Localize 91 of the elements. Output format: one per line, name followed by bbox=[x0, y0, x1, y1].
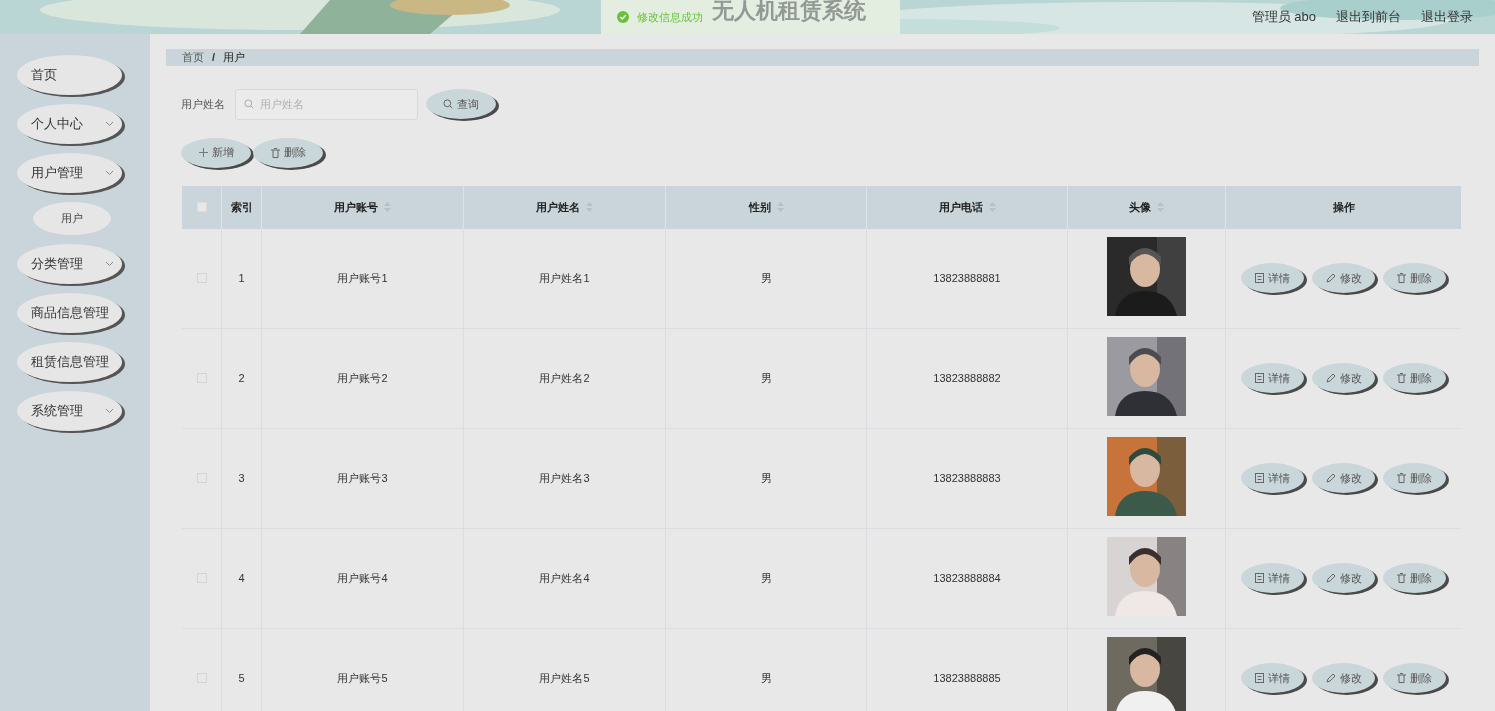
column-header: 用户电话 bbox=[938, 199, 983, 215]
table-cell-text: 用户姓名5 bbox=[539, 670, 590, 686]
document-icon bbox=[1255, 573, 1264, 583]
table-cell-text: 用户账号2 bbox=[337, 370, 388, 386]
menu-item[interactable]: 个人中心 bbox=[17, 104, 122, 144]
column-header: 头像 bbox=[1129, 199, 1151, 215]
table-cell-text: 用户账号1 bbox=[337, 270, 388, 286]
select-all-checkbox[interactable] bbox=[196, 202, 207, 212]
menu-item[interactable]: 商品信息管理 bbox=[17, 293, 122, 333]
user-link[interactable]: 管理员 abo bbox=[1251, 7, 1316, 27]
table-cell-text: 用户账号5 bbox=[337, 670, 388, 686]
trash-icon bbox=[1397, 673, 1406, 683]
trash-icon bbox=[1397, 373, 1406, 383]
delete-button[interactable]: 删除 bbox=[1383, 363, 1446, 393]
search-button[interactable]: 查询 bbox=[426, 89, 496, 119]
delete-button[interactable]: 删除 bbox=[1383, 663, 1446, 693]
details-button[interactable]: 详情 bbox=[1241, 463, 1304, 493]
table-cell-text: 13823888884 bbox=[933, 570, 1001, 586]
search-icon bbox=[443, 99, 453, 109]
trash-icon bbox=[270, 147, 280, 158]
table-cell-text: 男 bbox=[760, 670, 772, 686]
plus-icon bbox=[198, 148, 208, 157]
chevron-icon bbox=[105, 121, 114, 127]
details-button[interactable]: 详情 bbox=[1241, 663, 1304, 693]
breadcrumb-separator: / bbox=[212, 50, 216, 65]
chevron-icon bbox=[105, 170, 114, 176]
toast-message: 修改信息成功 bbox=[637, 9, 703, 25]
delete-button[interactable]: 删除 bbox=[1383, 563, 1446, 593]
menu-item[interactable]: 分类管理 bbox=[17, 244, 122, 284]
column-header: 索引 bbox=[230, 199, 253, 215]
delete-button[interactable]: 删除 bbox=[1383, 463, 1446, 493]
breadcrumb-link[interactable]: 用户 bbox=[223, 49, 246, 66]
menu-item[interactable]: 系统管理 bbox=[17, 391, 122, 431]
table-cell-text: 用户账号3 bbox=[337, 470, 388, 486]
table-cell-text: 13823888882 bbox=[933, 370, 1001, 386]
document-icon bbox=[1255, 473, 1264, 483]
search-icon bbox=[244, 98, 254, 109]
menu-item[interactable]: 首页 bbox=[17, 55, 122, 95]
pencil-icon bbox=[1325, 273, 1336, 283]
details-button[interactable]: 详情 bbox=[1241, 263, 1304, 293]
column-header: 性别 bbox=[748, 199, 771, 215]
table-cell-text: 男 bbox=[760, 470, 772, 486]
table-cell-text: 男 bbox=[760, 370, 772, 386]
header-link[interactable]: 退出登录 bbox=[1421, 7, 1473, 27]
table-cell-text: 13823888881 bbox=[933, 270, 1001, 286]
search-label: 用户姓名 bbox=[181, 96, 225, 112]
edit-button[interactable]: 修改 bbox=[1312, 363, 1375, 393]
menu-item[interactable]: 租赁信息管理 bbox=[17, 342, 122, 382]
table-cell-text: 5 bbox=[238, 670, 245, 686]
check-circle-icon bbox=[617, 11, 629, 23]
document-icon bbox=[1255, 273, 1264, 283]
table-cell-text: 13823888885 bbox=[933, 670, 1001, 686]
column-header: 用户账号 bbox=[334, 199, 378, 215]
pencil-icon bbox=[1325, 673, 1336, 683]
header-link[interactable]: 退出到前台 bbox=[1336, 7, 1401, 27]
pencil-icon bbox=[1325, 473, 1336, 483]
table-cell-text: 用户姓名4 bbox=[539, 570, 590, 586]
menu-item[interactable]: 用户管理 bbox=[17, 153, 122, 193]
edit-button[interactable]: 修改 bbox=[1312, 463, 1375, 493]
edit-button[interactable]: 修改 bbox=[1312, 563, 1375, 593]
table-cell-text: 3 bbox=[238, 470, 245, 486]
column-header: 操作 bbox=[1332, 199, 1355, 215]
table-cell-text: 用户姓名3 bbox=[539, 470, 590, 486]
pencil-icon bbox=[1325, 373, 1336, 383]
table-cell-text: 2 bbox=[238, 370, 245, 386]
add-button[interactable]: 新增 bbox=[181, 137, 251, 168]
table-cell-text: 男 bbox=[760, 270, 772, 286]
pencil-icon bbox=[1325, 573, 1336, 583]
trash-icon bbox=[1397, 573, 1406, 583]
breadcrumb-link[interactable]: 首页 bbox=[182, 49, 204, 66]
details-button[interactable]: 详情 bbox=[1241, 563, 1304, 593]
chevron-icon bbox=[105, 408, 114, 414]
trash-icon bbox=[1397, 273, 1406, 283]
submenu-item[interactable]: 用户 bbox=[33, 202, 111, 235]
table-cell-text: 用户账号4 bbox=[337, 570, 388, 586]
edit-button[interactable]: 修改 bbox=[1312, 663, 1375, 693]
table-cell-text: 13823888883 bbox=[933, 470, 1001, 486]
table-cell-text: 1 bbox=[238, 270, 245, 286]
table-cell-text: 用户姓名1 bbox=[539, 270, 590, 286]
document-icon bbox=[1255, 673, 1264, 683]
table-cell-text: 男 bbox=[760, 570, 772, 586]
table-cell-text: 4 bbox=[238, 570, 245, 586]
document-icon bbox=[1255, 373, 1264, 383]
delete-button[interactable]: 删除 bbox=[1383, 263, 1446, 293]
table-cell-text: 用户姓名2 bbox=[539, 370, 590, 386]
delete-button[interactable]: 删除 bbox=[253, 137, 323, 168]
details-button[interactable]: 详情 bbox=[1241, 363, 1304, 393]
chevron-icon bbox=[105, 261, 114, 267]
column-header: 用户姓名 bbox=[536, 199, 580, 215]
edit-button[interactable]: 修改 bbox=[1312, 263, 1375, 293]
trash-icon bbox=[1397, 473, 1406, 483]
